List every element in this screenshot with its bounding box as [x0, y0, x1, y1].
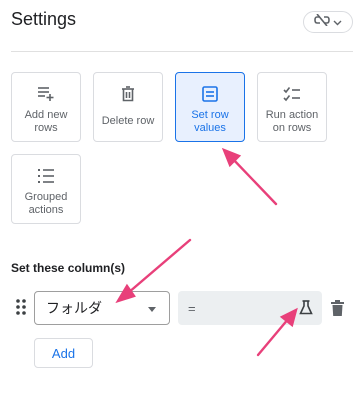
value-expression-field[interactable]: = — [178, 291, 322, 325]
action-label: Run action on rows — [265, 109, 319, 134]
drag-handle-icon[interactable] — [16, 299, 26, 320]
action-label: Delete row — [101, 115, 155, 127]
numbered-list-icon — [37, 167, 55, 185]
checklist-icon — [283, 85, 301, 103]
column-select[interactable]: フォルダ — [34, 291, 170, 325]
action-label: Add new rows — [24, 109, 68, 134]
column-select-value: フォルダ — [46, 300, 102, 316]
header-divider — [11, 51, 353, 52]
annotation-arrow — [229, 155, 278, 206]
table-icon — [202, 85, 218, 103]
annotation-arrow — [126, 238, 192, 295]
section-label: Set these column(s) — [11, 261, 126, 275]
annotation-arrowhead — [221, 147, 242, 168]
playlist-add-icon — [37, 85, 55, 103]
trash-icon — [121, 85, 135, 103]
flask-icon[interactable] — [299, 300, 313, 318]
dropdown-caret-icon — [148, 307, 156, 312]
delete-row-icon[interactable] — [331, 300, 344, 321]
action-set-row-values[interactable]: Set row values — [175, 72, 245, 142]
action-delete-row[interactable]: Delete row — [93, 72, 163, 142]
unlink-icon — [314, 13, 330, 31]
action-grouped-actions[interactable]: Grouped actions — [11, 154, 81, 224]
operator-label: = — [188, 300, 196, 316]
link-toggle[interactable] — [303, 11, 353, 33]
page-title: Settings — [11, 9, 77, 29]
chevron-down-icon — [333, 13, 342, 31]
action-label: Grouped actions — [24, 191, 68, 216]
action-add-new-rows[interactable]: Add new rows — [11, 72, 81, 142]
action-label: Set row values — [191, 109, 229, 134]
action-run-action-on-rows[interactable]: Run action on rows — [257, 72, 327, 142]
add-button[interactable]: Add — [34, 338, 93, 368]
